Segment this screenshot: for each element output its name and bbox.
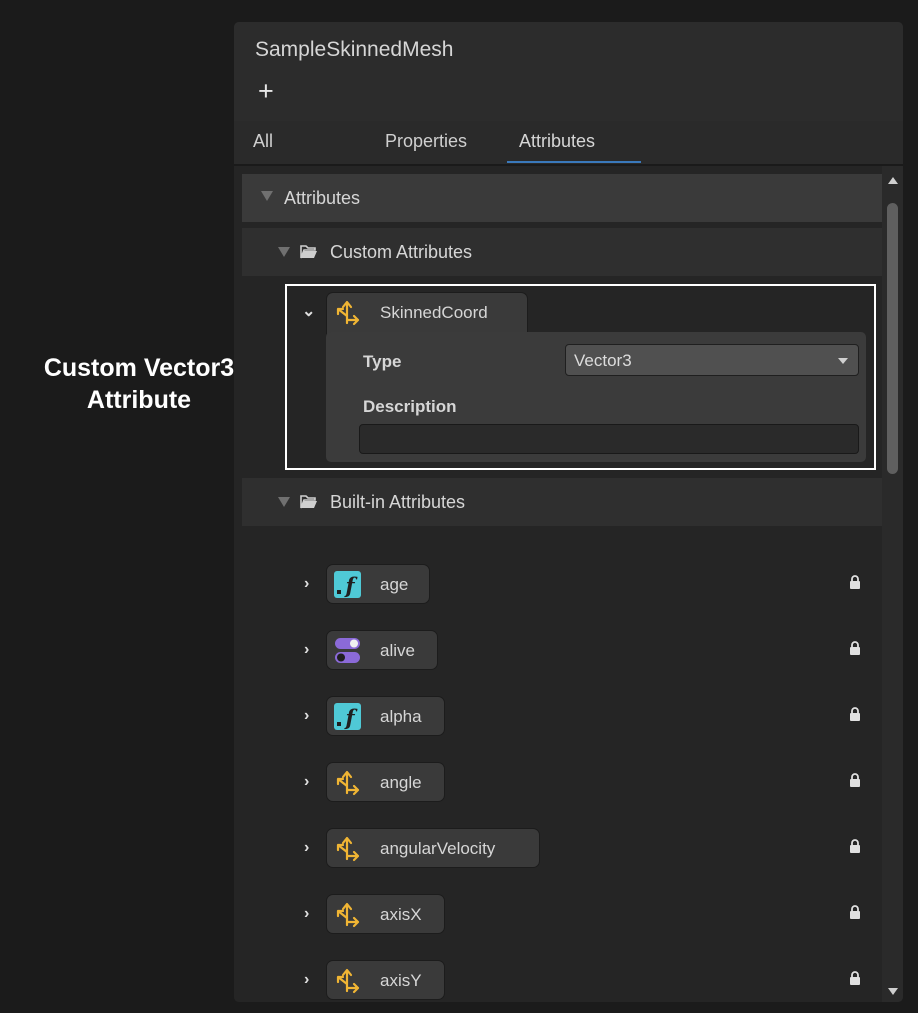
add-button[interactable]: + (258, 78, 274, 105)
attribute-pill-angularvelocity[interactable]: angularVelocity (326, 828, 540, 868)
description-label: Description (363, 397, 457, 416)
section-header-attributes[interactable]: Attributes (242, 174, 882, 222)
vector3-icon (336, 902, 360, 928)
expand-chevron-icon[interactable]: › (304, 641, 309, 659)
tab-properties[interactable]: Properties (385, 131, 467, 152)
type-dropdown-value: Vector3 (574, 351, 632, 370)
attribute-name: SkinnedCoord (380, 303, 488, 322)
attribute-name: age (380, 575, 409, 594)
folder-open-icon (300, 245, 317, 259)
group-builtin-attributes[interactable]: Built-in Attributes (242, 478, 882, 526)
tab-bar: All Properties Attributes (234, 121, 903, 166)
attribute-name: alpha (380, 707, 422, 726)
attribute-pill-age[interactable]: f age (326, 564, 430, 604)
vertical-scrollbar[interactable] (882, 166, 903, 1002)
custom-attribute-pill[interactable]: SkinnedCoord (326, 292, 528, 334)
expand-chevron-icon[interactable]: › (304, 971, 309, 989)
expand-triangle-icon (261, 191, 273, 201)
type-label: Type (363, 352, 402, 371)
blackboard-panel: SampleSkinnedMesh + All Properties Attri… (234, 22, 903, 1002)
lock-icon (850, 971, 860, 985)
group-label: Custom Attributes (330, 242, 473, 262)
bool-icon (335, 638, 360, 663)
float-icon: f (334, 571, 361, 598)
expand-chevron-icon[interactable]: › (304, 707, 309, 725)
expand-chevron-icon[interactable]: › (304, 839, 309, 857)
description-field[interactable] (359, 424, 859, 454)
group-label: Built-in Attributes (330, 492, 466, 512)
section-label: Attributes (284, 188, 361, 208)
tab-attributes[interactable]: Attributes (519, 131, 595, 152)
active-tab-indicator (507, 161, 641, 163)
vector3-icon (336, 968, 360, 994)
vector3-icon (336, 770, 360, 796)
lock-icon (850, 707, 860, 721)
group-custom-attributes[interactable]: Custom Attributes (242, 228, 882, 276)
attribute-name: axisY (380, 971, 422, 990)
expand-triangle-icon (278, 497, 290, 507)
attribute-pill-alpha[interactable]: f alpha (326, 696, 445, 736)
folder-open-icon (300, 495, 317, 509)
scroll-down-arrow-icon[interactable] (888, 988, 898, 995)
panel-header: SampleSkinnedMesh + (234, 22, 903, 121)
type-dropdown[interactable]: Vector3 (565, 344, 859, 376)
attribute-pill-axisy[interactable]: axisY (326, 960, 445, 1000)
expand-chevron-icon[interactable]: › (304, 905, 309, 923)
expand-triangle-icon (278, 247, 290, 257)
expand-chevron-icon[interactable]: › (304, 773, 309, 791)
scrollbar-thumb[interactable] (887, 203, 898, 474)
attributes-list: Attributes Custom Attributes ⌄ SkinnedCo… (234, 166, 882, 1002)
lock-icon (850, 575, 860, 589)
attribute-pill-alive[interactable]: alive (326, 630, 438, 670)
tab-all[interactable]: All (253, 131, 273, 152)
vector3-icon (336, 300, 360, 326)
attribute-name: axisX (380, 905, 422, 924)
attribute-name: angle (380, 773, 422, 792)
lock-icon (850, 773, 860, 787)
lock-icon (850, 641, 860, 655)
panel-title: SampleSkinnedMesh (255, 38, 454, 61)
float-icon: f (334, 703, 361, 730)
collapse-chevron-icon[interactable]: ⌄ (302, 301, 315, 321)
attribute-name: angularVelocity (380, 839, 496, 858)
attribute-name: alive (380, 641, 415, 660)
expand-chevron-icon[interactable]: › (304, 575, 309, 593)
scroll-up-arrow-icon[interactable] (888, 177, 898, 184)
dropdown-arrow-icon (838, 358, 848, 364)
lock-icon (850, 839, 860, 853)
vector3-icon (336, 836, 360, 862)
attribute-pill-angle[interactable]: angle (326, 762, 445, 802)
attribute-pill-axisx[interactable]: axisX (326, 894, 445, 934)
lock-icon (850, 905, 860, 919)
